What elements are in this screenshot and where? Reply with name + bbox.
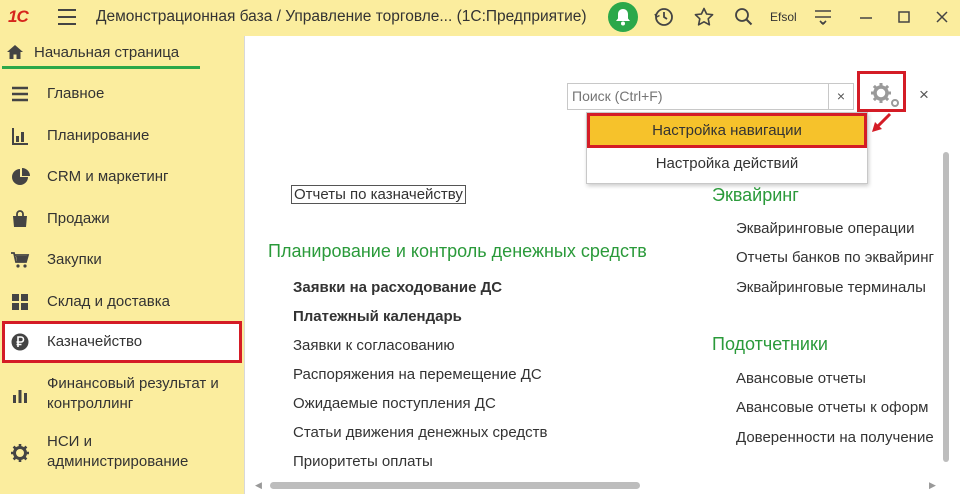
- vertical-scrollbar[interactable]: [943, 152, 949, 462]
- maximize-icon[interactable]: [893, 6, 915, 28]
- sidebar-item-label: Продажи: [47, 210, 110, 227]
- sidebar-item-label: Закупки: [47, 251, 102, 268]
- minimize-icon[interactable]: [855, 6, 877, 28]
- settings-menu-icon[interactable]: [812, 6, 834, 28]
- menu-item-actions-settings[interactable]: Настройка действий: [587, 151, 867, 181]
- link-expected-receipts[interactable]: Ожидаемые поступления ДС: [293, 395, 496, 412]
- pointer-arrow-icon: [872, 112, 892, 132]
- link-cashflow-items[interactable]: Статьи движения денежных средств: [293, 424, 547, 441]
- home-tab-label: Начальная страница: [34, 44, 180, 61]
- cart-icon: [11, 252, 30, 268]
- history-icon[interactable]: [653, 6, 675, 28]
- section-title-planning: Планирование и контроль денежных средств: [268, 241, 647, 261]
- link-advance-reports[interactable]: Авансовые отчеты: [736, 370, 866, 387]
- sidebar-item-admin[interactable]: НСИ и администрирование: [0, 431, 244, 475]
- link-acquiring-bank-reports[interactable]: Отчеты банков по эквайринг: [736, 249, 940, 266]
- link-payment-calendar[interactable]: Платежный календарь: [293, 308, 462, 325]
- sidebar-item-label: Планирование: [47, 127, 150, 144]
- shopping-bag-icon: [13, 210, 27, 227]
- link-payment-priorities[interactable]: Приоритеты оплаты: [293, 453, 433, 470]
- window-title: Демонстрационная база / Управление торго…: [96, 8, 587, 25]
- home-page-tab[interactable]: Начальная страница: [0, 36, 202, 69]
- sidebar-item-planning[interactable]: Планирование: [0, 124, 244, 148]
- home-icon: [7, 45, 23, 59]
- search-clear-button[interactable]: ×: [829, 83, 854, 110]
- main-menu-button[interactable]: [58, 9, 76, 25]
- sidebar-item-label: CRM и маркетинг: [47, 168, 169, 185]
- current-user[interactable]: Efsol: [770, 10, 797, 24]
- warehouse-grid-icon: [12, 294, 28, 310]
- scroll-left-arrow-icon[interactable]: ◀: [255, 480, 262, 491]
- horizontal-scrollbar[interactable]: [270, 482, 640, 489]
- home-tab-indicator: [2, 66, 200, 69]
- title-bar: 1С Демонстрационная база / Управление то…: [0, 0, 960, 34]
- search-input[interactable]: [568, 84, 818, 108]
- app-logo: 1С: [8, 7, 29, 26]
- link-approval-requests[interactable]: Заявки к согласованию: [293, 337, 455, 354]
- sidebar-item-sales[interactable]: Продажи: [0, 207, 244, 231]
- gear-icon: [11, 444, 29, 462]
- pie-chart-icon: [12, 168, 30, 185]
- sidebar-item-treasury[interactable]: Казначейство: [0, 321, 244, 363]
- menu-lines-icon: [12, 86, 28, 102]
- sidebar-item-label: Финансовый результат и контроллинг: [47, 375, 219, 412]
- link-powers-of-attorney[interactable]: Доверенности на получение: [736, 429, 940, 446]
- sidebar-item-crm[interactable]: CRM и маркетинг: [0, 165, 244, 189]
- ruble-coin-icon: [11, 333, 29, 351]
- favorites-star-icon[interactable]: [693, 6, 715, 28]
- sidebar-item-financial-result[interactable]: Финансовый результат и контроллинг: [0, 373, 244, 417]
- section-title-accountables: Подотчетники: [712, 334, 828, 354]
- close-window-icon[interactable]: [931, 6, 953, 28]
- sidebar-item-purchases[interactable]: Закупки: [0, 248, 244, 272]
- planning-chart-icon: [12, 128, 28, 145]
- panel-settings-button[interactable]: [857, 71, 906, 112]
- link-acquiring-operations[interactable]: Эквайринговые операции: [736, 220, 914, 237]
- link-transfer-orders[interactable]: Распоряжения на перемещение ДС: [293, 366, 542, 383]
- section-title-acquiring: Эквайринг: [712, 185, 799, 205]
- link-treasury-reports[interactable]: Отчеты по казначейству: [291, 185, 466, 204]
- sidebar-item-warehouse[interactable]: Склад и доставка: [0, 290, 244, 314]
- sections-panel: Главное Планирование CRM и маркетинг Про…: [0, 72, 244, 494]
- sidebar-item-label: Казначейство: [47, 333, 143, 350]
- notifications-bell-icon[interactable]: [608, 2, 638, 32]
- link-advance-reports-to-issue[interactable]: Авансовые отчеты к оформ: [736, 399, 940, 416]
- sidebar-item-main[interactable]: Главное: [0, 82, 244, 106]
- search-field[interactable]: [567, 83, 829, 110]
- sidebar-item-label: Склад и доставка: [47, 293, 170, 310]
- settings-gear-icon: [871, 83, 899, 107]
- scroll-right-arrow-icon[interactable]: ▶: [929, 480, 936, 491]
- search-icon[interactable]: [733, 6, 755, 28]
- link-expense-requests[interactable]: Заявки на расходование ДС: [293, 279, 502, 296]
- close-panel-button[interactable]: ×: [919, 85, 929, 105]
- link-acquiring-terminals[interactable]: Эквайринговые терминалы: [736, 279, 926, 296]
- menu-item-navigation-settings[interactable]: Настройка навигации: [587, 113, 867, 148]
- sidebar-item-label: НСИ и администрирование: [47, 433, 189, 470]
- sidebar-item-label: Главное: [47, 85, 105, 102]
- bar-chart-icon: [13, 390, 27, 403]
